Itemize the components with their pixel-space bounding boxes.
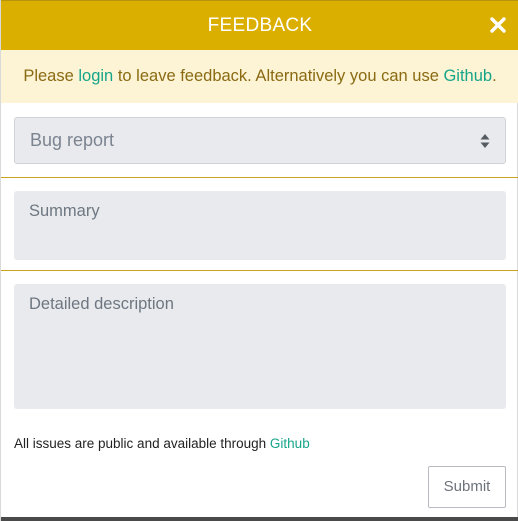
- description-placeholder: Detailed description: [29, 295, 174, 313]
- summary-placeholder: Summary: [29, 202, 100, 220]
- summary-input[interactable]: Summary: [14, 191, 506, 260]
- feedback-type-select[interactable]: Bug report: [14, 117, 506, 164]
- notice-prefix: Please: [23, 67, 79, 85]
- modal-title: FEEDBACK: [207, 15, 313, 36]
- submit-button[interactable]: Submit: [428, 466, 506, 508]
- feedback-modal: FEEDBACK Please login to leave feedback.…: [0, 0, 518, 521]
- login-link[interactable]: login: [78, 67, 113, 85]
- feedback-type-value: Bug report: [30, 130, 115, 150]
- section-divider: [1, 270, 518, 271]
- sort-arrows-icon: [480, 133, 490, 154]
- description-textarea[interactable]: Detailed description: [14, 284, 506, 409]
- login-notice: Please login to leave feedback. Alternat…: [1, 50, 518, 103]
- public-notice: All issues are public and available thro…: [14, 434, 310, 454]
- modal-header: FEEDBACK: [1, 0, 518, 50]
- footnote-text: All issues are public and available thro…: [14, 436, 270, 451]
- close-button[interactable]: [489, 16, 507, 34]
- github-link[interactable]: Github: [443, 67, 492, 85]
- footnote-github-link[interactable]: Github: [270, 436, 310, 451]
- section-divider: [1, 177, 518, 178]
- bottom-border: [1, 517, 518, 521]
- notice-suffix: .: [492, 67, 497, 85]
- notice-middle: to leave feedback. Alternatively you can…: [113, 67, 444, 85]
- close-icon: [490, 17, 506, 33]
